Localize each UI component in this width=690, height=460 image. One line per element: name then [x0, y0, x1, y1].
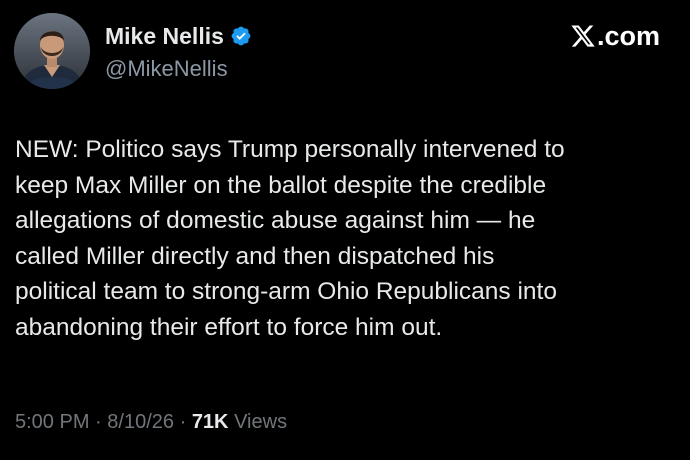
- views-count: 71K: [191, 411, 229, 433]
- x-logo-icon: [570, 23, 596, 49]
- brand-domain-label: .com: [596, 21, 660, 51]
- tweet-time[interactable]: 5:00 PM: [15, 411, 89, 433]
- meta-separator: ·: [95, 411, 102, 433]
- avatar-photo: [14, 13, 90, 89]
- views-label: Views: [234, 411, 288, 433]
- author-handle[interactable]: @MikeNellis: [105, 56, 228, 82]
- meta-separator: ·: [179, 411, 187, 433]
- author-display-name[interactable]: Mike Nellis: [105, 22, 224, 50]
- avatar[interactable]: [14, 13, 90, 89]
- tweet-date[interactable]: 8/10/26: [107, 411, 174, 433]
- tweet-meta: 5:00 PM · 8/10/26 · 71K Views: [15, 408, 287, 436]
- verified-badge-icon: [230, 25, 252, 47]
- brand-watermark: .com: [570, 20, 660, 52]
- tweet-text: NEW: Politico says Trump personally inte…: [15, 136, 565, 341]
- author-name-row[interactable]: Mike Nellis: [105, 22, 252, 50]
